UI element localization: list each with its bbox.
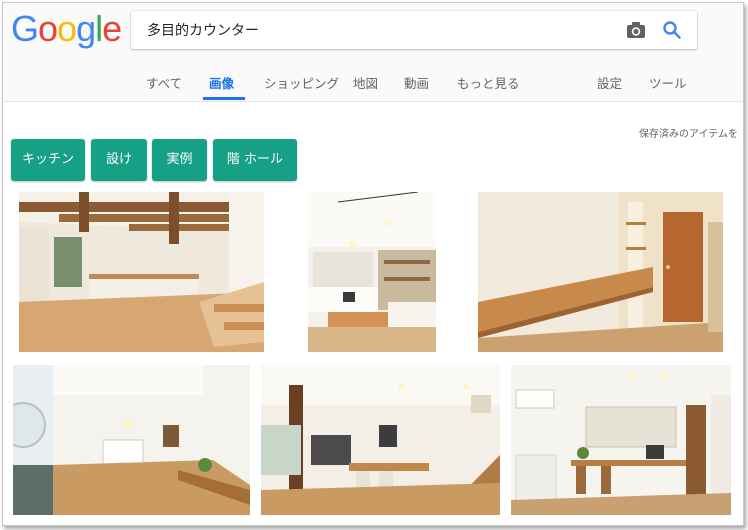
search-icon[interactable]: [661, 20, 683, 40]
logo-letter-o2: o: [57, 8, 77, 49]
logo-letter-o1: o: [38, 8, 58, 49]
logo-letter-g2: g: [76, 8, 96, 49]
browser-frame: Google すべて 画像 ショッピング: [2, 2, 744, 526]
image-result-5[interactable]: [261, 365, 500, 515]
image-result-2[interactable]: [308, 192, 436, 352]
saved-items-link[interactable]: 保存済みのアイテムを: [639, 125, 738, 140]
tab-images[interactable]: 画像: [209, 73, 234, 92]
image-result-3[interactable]: [478, 192, 723, 352]
search-input[interactable]: [147, 11, 617, 49]
chip-stair-hall[interactable]: 階 ホール: [213, 139, 297, 181]
tab-shopping[interactable]: ショッピング: [264, 73, 339, 92]
tab-all[interactable]: すべて: [146, 73, 182, 92]
tab-videos[interactable]: 動画: [404, 73, 429, 92]
search-tabs: すべて 画像 ショッピング 地図 動画 もっと見る 設定 ツール: [3, 63, 743, 101]
tab-maps[interactable]: 地図: [353, 73, 378, 92]
image-result-6[interactable]: [511, 365, 731, 515]
chip-kitchen[interactable]: キッチン: [11, 139, 85, 181]
chip-example[interactable]: 実例: [152, 139, 207, 181]
image-result-1[interactable]: [19, 192, 264, 352]
google-logo[interactable]: Google: [11, 8, 122, 49]
tab-tools[interactable]: ツール: [649, 73, 687, 92]
logo-letter-e: e: [102, 8, 122, 49]
image-result-4[interactable]: [13, 365, 250, 515]
chip-setting[interactable]: 設け: [91, 139, 147, 181]
active-tab-indicator: [203, 97, 245, 100]
header-bar: Google すべて 画像 ショッピング: [3, 3, 743, 102]
tab-settings[interactable]: 設定: [597, 73, 622, 92]
search-box: [131, 11, 697, 49]
tab-more[interactable]: もっと見る: [457, 73, 520, 92]
camera-icon[interactable]: [625, 20, 647, 40]
logo-letter-g: G: [11, 8, 39, 49]
